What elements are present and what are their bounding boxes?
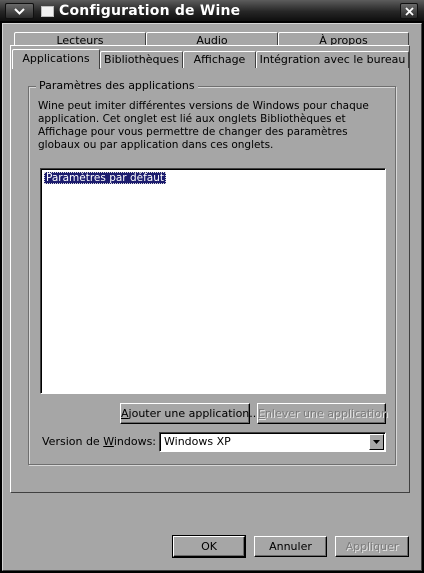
tab-bibliotheques[interactable]: Bibliothèques [100, 51, 183, 68]
windows-version-label: Version de Windows: [42, 435, 156, 448]
applications-list[interactable]: Paramètres par défaut [40, 168, 386, 394]
list-item-default-settings[interactable]: Paramètres par défaut [44, 172, 166, 184]
window-icon [41, 6, 54, 17]
add-application-label: jouter une application... [128, 407, 260, 420]
tab-affichage[interactable]: Affichage [183, 51, 256, 68]
remove-application-label: nlever une application [264, 407, 388, 420]
triangle-down-icon [373, 440, 380, 444]
windows-version-label-prefix: Version de [42, 435, 104, 448]
window-title: Configuration de Wine [59, 3, 241, 19]
close-icon [404, 6, 414, 16]
windows-version-dropdown-button[interactable] [369, 434, 384, 450]
apply-button[interactable]: Appliquer [335, 536, 409, 557]
windows-version-value: Windows XP [164, 435, 231, 448]
applications-description: Wine peut imiter différentes versions de… [38, 100, 369, 151]
windows-version-label-suffix: indows: [113, 435, 157, 448]
applications-group-title: Paramètres des applications [36, 79, 198, 93]
title-bar[interactable]: Configuration de Wine [0, 0, 424, 22]
add-application-button[interactable]: Ajouter une application... [120, 403, 260, 424]
tab-applications[interactable]: Applications [12, 49, 100, 69]
tab-integration-bureau[interactable]: Intégration avec le bureau [256, 51, 409, 68]
ok-button[interactable]: OK [172, 535, 246, 558]
remove-application-accel-key: E [258, 407, 265, 420]
chevron-down-icon [14, 7, 25, 15]
windows-version-select[interactable]: Windows XP [159, 432, 386, 452]
cancel-button[interactable]: Annuler [254, 536, 327, 557]
remove-application-button[interactable]: Enlever une application [257, 403, 388, 424]
add-application-accel-key: A [121, 407, 129, 420]
close-button[interactable] [400, 3, 418, 19]
window-menu-button[interactable] [5, 3, 34, 19]
windows-version-accel-key: W [103, 435, 114, 448]
